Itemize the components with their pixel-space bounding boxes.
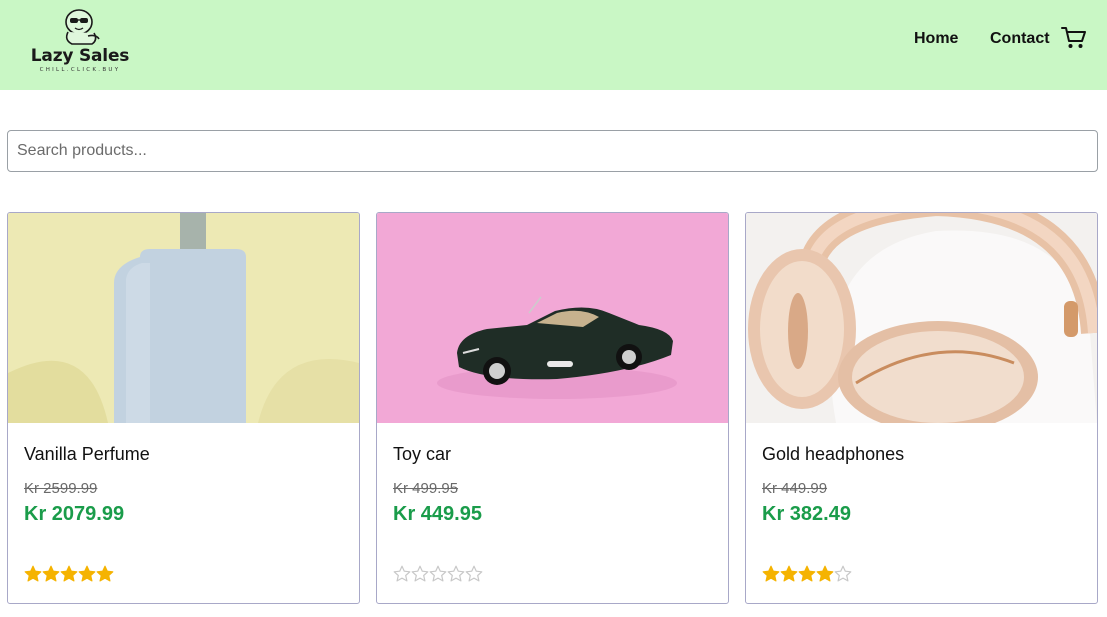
star-filled-icon	[762, 565, 780, 582]
product-card[interactable]: Vanilla Perfume Kr 2599.99 Kr 2079.99	[7, 212, 360, 604]
star-empty-icon	[393, 565, 411, 582]
product-price: Kr 449.95	[393, 503, 482, 525]
nav-contact-link[interactable]: Contact	[990, 30, 1050, 48]
sloth-with-sunglasses-icon	[65, 9, 100, 45]
star-empty-icon	[465, 565, 483, 582]
perfume-bottle-image	[8, 213, 359, 423]
product-title: Toy car	[393, 444, 452, 464]
cart-icon[interactable]	[1061, 26, 1087, 50]
brand-logo[interactable]: Lazy Sales CHILL.CLICK.BUY	[28, 6, 132, 78]
nav-home-link[interactable]: Home	[914, 30, 958, 48]
product-title: Vanilla Perfume	[24, 444, 150, 464]
rating-stars	[24, 565, 114, 585]
site-header: Lazy Sales CHILL.CLICK.BUY Home Contact	[0, 0, 1107, 90]
star-filled-icon	[96, 565, 114, 582]
product-price: Kr 382.49	[762, 503, 851, 525]
star-empty-icon	[447, 565, 465, 582]
product-old-price: Kr 2599.99	[24, 480, 98, 497]
product-card[interactable]: Toy car Kr 499.95 Kr 449.95	[376, 212, 729, 604]
brand-name: Lazy Sales	[30, 46, 130, 66]
toy-car-image	[377, 213, 728, 423]
star-filled-icon	[60, 565, 78, 582]
search-input[interactable]	[7, 130, 1098, 172]
star-filled-icon	[24, 565, 42, 582]
star-filled-icon	[816, 565, 834, 582]
brand-tagline: CHILL.CLICK.BUY	[39, 67, 121, 73]
star-filled-icon	[78, 565, 96, 582]
headphones-image	[746, 213, 1097, 423]
rating-stars	[393, 565, 483, 585]
star-empty-icon	[411, 565, 429, 582]
star-filled-icon	[42, 565, 60, 582]
star-filled-icon	[798, 565, 816, 582]
star-empty-icon	[834, 565, 852, 582]
product-title: Gold headphones	[762, 444, 905, 464]
product-old-price: Kr 449.99	[762, 480, 828, 497]
star-filled-icon	[780, 565, 798, 582]
product-card[interactable]: Gold headphones Kr 449.99 Kr 382.49	[745, 212, 1098, 604]
product-old-price: Kr 499.95	[393, 480, 459, 497]
rating-stars	[762, 565, 852, 585]
star-empty-icon	[429, 565, 447, 582]
product-price: Kr 2079.99	[24, 503, 125, 525]
